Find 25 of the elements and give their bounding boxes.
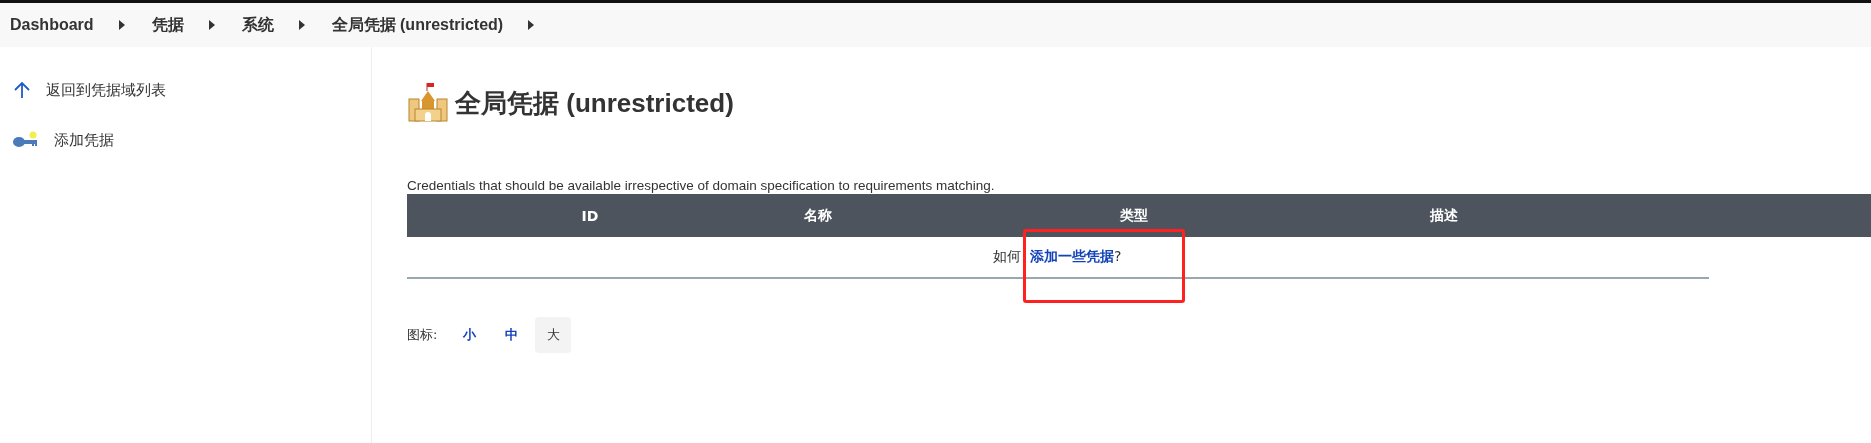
breadcrumb-link[interactable]: 系统 (241, 14, 274, 36)
icon-size-label: 图标: (407, 326, 438, 344)
key-icon (12, 130, 40, 150)
up-arrow-icon (12, 80, 32, 100)
column-header: 名称 (803, 206, 833, 225)
caret-icon[interactable] (207, 20, 216, 30)
page-title: 全局凭据 (unrestricted) (455, 86, 734, 120)
breadcrumb-link[interactable]: 凭据 (151, 14, 184, 36)
column-header: ID (580, 207, 600, 224)
column-header: 描述 (1429, 206, 1459, 225)
breadcrumb-link[interactable]: 全局凭据 (unrestricted) (331, 14, 504, 36)
breadcrumb-link[interactable]: Dashboard (10, 16, 94, 34)
caret-icon[interactable] (297, 20, 306, 30)
caret-icon[interactable] (117, 20, 126, 30)
description-text: Credentials that should be available irrespective of domain specification to requirements matching. (407, 178, 996, 193)
icon-size-button[interactable]: 中 (493, 317, 530, 353)
caret-icon[interactable] (527, 20, 536, 30)
icon-size-button[interactable]: 小 (451, 317, 488, 353)
add-credentials-link[interactable]: 添加一些凭据 (1030, 248, 1114, 264)
icon-size-button[interactable]: 大 (535, 317, 572, 353)
empty-message: 如何 添加一些凭据? (993, 248, 1122, 266)
column-header: 类型 (1119, 206, 1149, 225)
castle-icon (407, 81, 449, 125)
sidebar-link[interactable]: 添加凭据 (0, 130, 371, 150)
sidebar-link[interactable]: 返回到凭据域列表 (0, 80, 371, 100)
